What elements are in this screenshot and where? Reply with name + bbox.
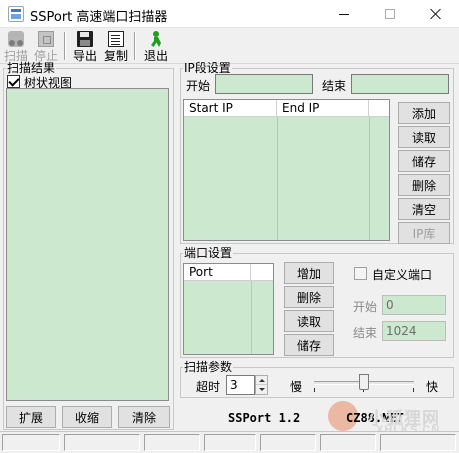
scan-results-tree[interactable] <box>6 88 169 401</box>
ip-start-input[interactable] <box>215 74 313 94</box>
scan-results-title: 扫描结果 <box>7 61 56 75</box>
export-button[interactable]: 导出 <box>71 30 99 63</box>
status-cell <box>320 434 376 451</box>
clear-results-button[interactable]: 清除 <box>118 406 170 428</box>
speed-slider-thumb[interactable] <box>359 374 369 390</box>
ip-add-button[interactable]: 添加 <box>398 102 450 124</box>
slider-tick <box>314 388 315 392</box>
status-cell <box>2 434 60 451</box>
status-cell <box>260 434 316 451</box>
port-delete-button[interactable]: 删除 <box>284 286 334 308</box>
scan-params-title: 扫描参数 <box>184 360 233 374</box>
timeout-spinner[interactable] <box>255 375 268 395</box>
port-add-button[interactable]: 增加 <box>284 262 334 284</box>
empty-column-header <box>369 100 389 117</box>
collapse-button[interactable]: 收缩 <box>62 406 112 428</box>
floppy-disk-icon <box>77 31 93 47</box>
speed-fast-label: 快 <box>426 380 439 394</box>
ip-settings-title: IP段设置 <box>184 61 231 75</box>
ip-range-list[interactable]: Start IP End IP <box>183 99 390 241</box>
port-end-input[interactable]: 1024 <box>382 321 446 341</box>
spin-up-icon[interactable] <box>256 376 267 385</box>
slider-tick <box>413 388 414 392</box>
column-divider <box>251 281 252 354</box>
port-end-label: 结束 <box>353 326 378 340</box>
end-ip-column-header[interactable]: End IP <box>277 100 369 117</box>
custom-port-checkbox[interactable] <box>354 267 367 280</box>
copy-button[interactable]: 复制 <box>102 30 130 63</box>
running-man-icon <box>148 31 164 47</box>
maximize-button <box>367 0 413 28</box>
ip-save-button[interactable]: 储存 <box>398 150 450 172</box>
start-ip-column-header[interactable]: Start IP <box>184 100 277 117</box>
ip-clear-button[interactable]: 清空 <box>398 198 450 220</box>
minimize-button[interactable] <box>321 0 367 28</box>
port-start-label: 开始 <box>353 300 378 314</box>
port-read-button[interactable]: 读取 <box>284 310 334 332</box>
toolbar-separator <box>64 32 66 60</box>
port-start-input[interactable]: 0 <box>382 295 446 315</box>
minimize-icon <box>339 13 349 15</box>
toolbar-separator <box>134 32 136 60</box>
tree-view-checkbox[interactable] <box>7 75 20 88</box>
binoculars-icon <box>8 31 24 47</box>
column-divider <box>369 117 370 240</box>
ip-list-header: Start IP End IP <box>184 100 389 117</box>
spin-down-icon[interactable] <box>256 385 267 394</box>
scan-params-group: 扫描参数 <box>180 361 454 398</box>
port-list-header: Port <box>184 264 273 281</box>
timeout-label: 超时 <box>196 380 221 394</box>
status-cell <box>64 434 140 451</box>
port-save-button[interactable]: 储存 <box>284 334 334 356</box>
ip-end-label: 结束 <box>322 79 347 93</box>
custom-port-label: 自定义端口 <box>372 268 433 282</box>
exit-button[interactable]: 退出 <box>142 30 170 63</box>
ip-end-input[interactable] <box>351 74 449 94</box>
status-cell <box>204 434 256 451</box>
app-icon <box>8 6 24 22</box>
document-icon <box>108 31 124 47</box>
ip-read-button[interactable]: 读取 <box>398 126 450 148</box>
window-title: SSPort 高速端口扫描器 <box>30 10 168 25</box>
version-label: SSPort 1.2 <box>228 411 301 425</box>
close-icon <box>430 8 442 20</box>
timeout-input[interactable]: 3 <box>226 375 255 395</box>
ip-delete-button[interactable]: 删除 <box>398 174 450 196</box>
maximize-icon <box>385 9 395 19</box>
speed-slow-label: 慢 <box>290 380 303 394</box>
scan-button[interactable]: 扫描 <box>2 30 30 63</box>
port-list[interactable]: Port <box>183 263 274 355</box>
status-cell <box>144 434 200 451</box>
port-column-header[interactable]: Port <box>184 264 251 281</box>
empty-column-header <box>251 264 273 281</box>
column-divider <box>277 117 278 240</box>
ip-start-label: 开始 <box>186 79 211 93</box>
expand-button[interactable]: 扩展 <box>6 406 56 428</box>
title-bar[interactable]: SSPort 高速端口扫描器 <box>0 0 459 28</box>
ip-database-button[interactable]: IP库 <box>398 222 450 244</box>
status-cell <box>380 434 456 451</box>
stop-icon <box>38 31 54 47</box>
stop-button[interactable]: 停止 <box>32 30 60 63</box>
close-button[interactable] <box>413 0 459 28</box>
port-settings-title: 端口设置 <box>184 246 233 260</box>
toolbar <box>0 28 459 64</box>
